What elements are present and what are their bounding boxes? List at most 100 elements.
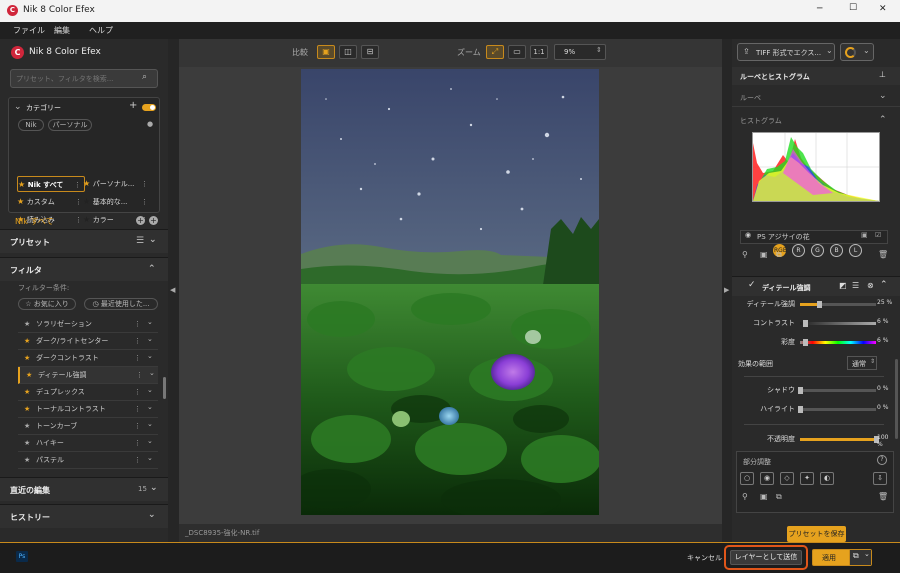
filters-header[interactable]: フィルタ ⌃ — [0, 257, 168, 281]
close-button[interactable]: ✕ — [879, 4, 887, 14]
chevron-down-icon[interactable]: ⌄ — [147, 433, 153, 450]
filter-item[interactable]: ★ トーンカーブ ⋮ ⌄ — [18, 418, 158, 435]
tag-nik[interactable]: Nik — [18, 119, 44, 131]
star-icon[interactable]: ★ — [26, 367, 32, 384]
chevron-down-icon[interactable]: ⌄ — [147, 382, 153, 399]
slider-handle[interactable] — [798, 406, 803, 413]
layer-copy-icon[interactable]: ⧉ — [776, 250, 782, 260]
star-icon[interactable]: ★ — [24, 384, 30, 401]
more-icon[interactable]: ⋮ — [75, 212, 82, 228]
list-icon[interactable]: ☰ — [136, 236, 144, 246]
more-icon[interactable]: ⋮ — [134, 384, 141, 401]
chevron-down-icon[interactable]: ⌄ — [14, 102, 22, 112]
more-icon[interactable]: ⋮ — [134, 418, 141, 435]
loupe-row[interactable]: ルーペ ⌄ — [732, 87, 900, 107]
filter-item[interactable]: ★ ディテール強調 ⋮ ⌄ — [18, 367, 158, 384]
menu-icon[interactable]: ☰ — [852, 281, 859, 290]
more-icon[interactable]: ⋮ — [136, 367, 143, 384]
tag-personal[interactable]: パーソナル — [48, 119, 92, 131]
filter-item[interactable]: ★ ダーク/ライトセンター ⋮ ⌄ — [18, 333, 158, 350]
search-input[interactable] — [16, 72, 136, 85]
star-icon[interactable]: ★ — [24, 333, 30, 350]
layer-mask-icon[interactable]: ▣ — [861, 231, 868, 239]
compare-split-button[interactable]: ◫ — [339, 45, 357, 59]
menu-edit[interactable]: 編集 — [54, 25, 70, 36]
filter-item[interactable]: ★ ソラリゼーション ⋮ ⌄ — [18, 316, 158, 333]
chevron-down-icon[interactable]: ⌄ — [149, 235, 157, 245]
more-icon[interactable]: ⋮ — [134, 401, 141, 418]
more-icon[interactable]: ⋮ — [141, 194, 148, 210]
control-point-tool[interactable]: ○ — [740, 472, 754, 485]
chevron-down-icon[interactable]: ⌄ — [147, 399, 153, 416]
star-icon[interactable]: ★ — [24, 435, 30, 452]
slider-track[interactable] — [798, 406, 876, 413]
partial-trash-icon[interactable]: 🗑 — [878, 492, 888, 501]
save-preset-button[interactable]: プリセットを保存 — [787, 526, 846, 542]
chevron-up-icon[interactable]: ⌃ — [879, 115, 887, 125]
category-toggle[interactable] — [142, 104, 156, 111]
spinner-button[interactable]: ⌄ — [840, 43, 874, 61]
chevron-down-icon[interactable]: ⌄ — [149, 365, 155, 382]
collapse-left-icon[interactable]: ◀ — [170, 286, 175, 294]
add-icon[interactable]: + — [136, 216, 145, 225]
menu-file[interactable]: ファイル — [13, 25, 45, 36]
partial-brush-icon[interactable]: ⚲ — [742, 492, 748, 501]
star-icon[interactable]: ★ — [24, 418, 30, 435]
search-icon[interactable]: ⌕ — [142, 72, 147, 82]
zoom-fit-button[interactable]: ⤢ — [486, 45, 504, 59]
chevron-up-icon[interactable]: ⌃ — [148, 264, 156, 274]
send-as-layer-button[interactable]: レイヤーとして送信 — [724, 545, 808, 570]
chevron-down-icon[interactable]: ⌄ — [148, 510, 156, 520]
zoom-select[interactable]: 9% ⇕ — [554, 44, 606, 60]
right-collapse-strip[interactable]: ▶ — [722, 39, 732, 542]
more-icon[interactable]: ⋮ — [74, 177, 81, 193]
tag-more-icon[interactable]: ● — [147, 120, 153, 128]
layer-mask-tool-icon[interactable]: ▣ — [760, 250, 768, 259]
layer-check-icon[interactable]: ☑ — [875, 231, 881, 239]
luminance-tool[interactable]: ◐ — [820, 472, 834, 485]
filter-item[interactable]: ★ デュプレックス ⋮ ⌄ — [18, 384, 158, 401]
more-icon[interactable]: ⋮ — [134, 435, 141, 452]
chevron-down-icon[interactable]: ⌄ — [147, 314, 153, 331]
slider-track[interactable] — [800, 301, 876, 308]
search-box[interactable]: ⌕ — [10, 69, 158, 88]
preview-image[interactable] — [301, 69, 599, 515]
range-select[interactable]: 通常 ⇕ — [847, 356, 877, 370]
photoshop-icon[interactable]: Ps — [16, 551, 28, 562]
slider-track[interactable] — [800, 320, 876, 327]
chevron-down-icon[interactable]: ⌄ — [150, 483, 158, 493]
filter-item[interactable]: ★ ハイキー ⋮ ⌄ — [18, 435, 158, 452]
category-item[interactable]: ★ Nik すべて ⋮ — [17, 176, 85, 192]
star-icon[interactable]: ★ — [24, 401, 30, 418]
chevron-down-icon[interactable]: ⌄ — [147, 331, 153, 348]
more-icon[interactable]: ⋮ — [134, 350, 141, 367]
chevron-down-icon[interactable]: ⌄ — [147, 450, 153, 467]
apply-dropdown[interactable]: ⧉ ⌄ — [849, 550, 871, 565]
layer-trash-icon[interactable]: 🗑 — [878, 250, 888, 259]
histogram-row[interactable]: ヒストグラム ⌃ — [732, 111, 900, 129]
recent-edits-header[interactable]: 直近の編集 15 ⌄ — [0, 477, 168, 501]
slider-handle[interactable] — [802, 339, 808, 346]
star-icon[interactable]: ★ — [24, 452, 30, 469]
partial-mask-icon[interactable]: ▣ — [760, 492, 768, 501]
more-icon[interactable]: ⋮ — [134, 452, 141, 469]
zoom-one-to-one-button[interactable]: 1:1 — [530, 45, 548, 59]
category-item[interactable]: ★ カスタム ⋮ — [17, 194, 85, 210]
favorites-filter[interactable]: ☆ お気に入り — [18, 298, 76, 310]
slider-track[interactable] — [798, 387, 876, 394]
cancel-button[interactable]: キャンセル — [687, 553, 722, 563]
brush-tool[interactable]: ◉ — [760, 472, 774, 485]
filter-item[interactable]: ★ トーナルコントラスト ⋮ ⌄ — [18, 401, 158, 418]
presets-header[interactable]: プリセット ☰ ⌄ — [0, 229, 168, 253]
category-item[interactable]: ★ パーソナル... ⋮ — [83, 176, 151, 192]
help-icon[interactable]: ? — [877, 455, 887, 465]
more-icon[interactable]: ⋮ — [134, 333, 141, 350]
slider-track[interactable] — [800, 339, 876, 346]
loupe-header[interactable]: ルーペとヒストグラム ⊥ — [732, 67, 900, 85]
remove-icon[interactable]: + — [149, 216, 158, 225]
more-icon[interactable]: ⋮ — [134, 316, 141, 333]
chevron-up-icon[interactable]: ⌃ — [880, 280, 888, 290]
chevron-down-icon[interactable]: ⌄ — [147, 416, 153, 433]
slider-handle[interactable] — [798, 387, 803, 394]
star-icon[interactable]: ★ — [24, 350, 30, 367]
